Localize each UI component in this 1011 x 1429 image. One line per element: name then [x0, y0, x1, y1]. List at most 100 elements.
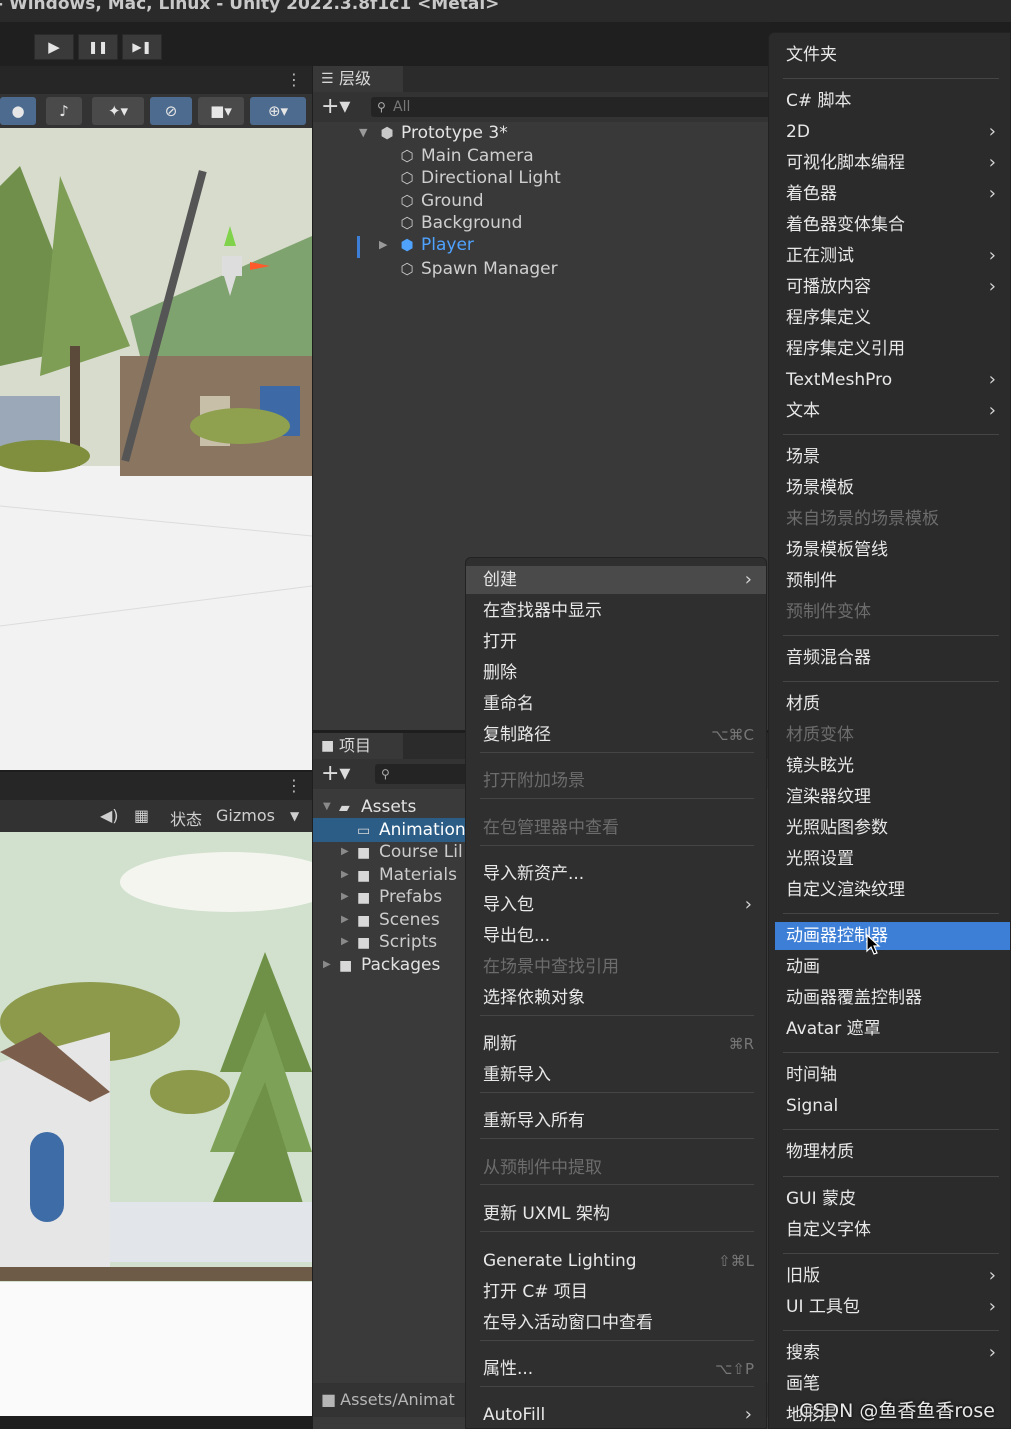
scene-view[interactable]: ⋮ ● ♪ ✦▾ ⊘ ■▾ ⊕▾ — [0, 66, 312, 770]
context-menu-item[interactable]: 重命名 — [466, 690, 766, 718]
hierarchy-item-directional-light[interactable]: ⬡ Directional Light — [397, 167, 560, 189]
create-menu-item[interactable]: 场景 — [769, 443, 1010, 471]
pause-button[interactable]: ❚❚ — [78, 34, 118, 60]
collapsed-arrow-icon[interactable]: ▶ — [379, 234, 387, 256]
context-menu-item[interactable]: 重新导入所有 — [466, 1107, 766, 1135]
step-button[interactable]: ▶❚ — [122, 34, 162, 60]
create-menu-item[interactable]: 着色器 › — [769, 180, 1010, 208]
context-menu-item[interactable]: 打开 — [466, 628, 766, 656]
expand-arrow-icon[interactable]: ▼ — [323, 796, 331, 818]
folder-scripts[interactable]: ▶ ■ Scripts — [341, 931, 437, 953]
gizmos-dropdown-icon[interactable]: ▼ — [290, 809, 299, 823]
create-menu-item[interactable]: 旧版 › — [769, 1262, 1010, 1290]
context-menu-item[interactable]: 创建 › — [466, 566, 766, 594]
create-menu-item[interactable]: UI 工具包 › — [769, 1293, 1010, 1321]
context-menu-item[interactable]: 导入新资产... — [466, 860, 766, 888]
collapsed-arrow-icon[interactable]: ▶ — [341, 909, 349, 931]
collapsed-arrow-icon[interactable]: ▶ — [341, 864, 349, 886]
create-menu-item[interactable]: 渲染器纹理 — [769, 783, 1010, 811]
folder-materials[interactable]: ▶ ■ Materials — [341, 864, 457, 886]
play-button[interactable]: ▶ — [34, 34, 74, 60]
create-menu-item[interactable]: 音频混合器 — [769, 644, 1010, 672]
create-menu-item[interactable]: 预制件 — [769, 567, 1010, 595]
camera-icon[interactable]: ■▾ — [198, 97, 244, 125]
create-menu-item[interactable]: Avatar 遮罩 — [769, 1015, 1010, 1043]
hierarchy-item-ground[interactable]: ⬡ Ground — [397, 190, 483, 212]
audio-toggle-icon[interactable]: ♪ — [46, 97, 82, 125]
status-button[interactable]: 状态 — [170, 806, 202, 830]
collapsed-arrow-icon[interactable]: ▶ — [323, 954, 331, 976]
context-menu-item[interactable]: 刷新 ⌘R — [466, 1030, 766, 1058]
scene-more-button[interactable]: ⋮ — [286, 70, 302, 89]
game-view[interactable]: ⋮ ◀) ▦ 状态 Gizmos ▼ — [0, 772, 312, 1416]
create-menu-item[interactable]: Signal — [769, 1092, 1010, 1120]
folder-scenes[interactable]: ▶ ■ Scenes — [341, 909, 440, 931]
context-menu-item[interactable]: 导出包... — [466, 922, 766, 950]
create-menu-item[interactable]: 动画器覆盖控制器 — [769, 984, 1010, 1012]
create-menu-item[interactable]: 动画器控制器 — [775, 922, 1010, 950]
folder-animation[interactable]: ▭ Animation — [357, 819, 466, 841]
create-menu-item[interactable]: 动画 — [769, 953, 1010, 981]
stats-grid-icon[interactable]: ▦ — [134, 806, 149, 825]
game-more-button[interactable]: ⋮ — [286, 776, 302, 795]
folder-prefabs[interactable]: ▶ ■ Prefabs — [341, 886, 442, 908]
create-menu-item[interactable]: 画笔 — [769, 1370, 1010, 1398]
create-menu-item[interactable]: 程序集定义引用 — [769, 335, 1010, 363]
folder-assets[interactable]: ▼ ▰ Assets — [323, 796, 416, 818]
create-menu-item[interactable]: 文件夹 — [769, 41, 1010, 69]
scene-root-row[interactable]: ▼ ⬢ Prototype 3* — [359, 122, 508, 144]
create-menu-item[interactable]: 物理材质 — [769, 1138, 1010, 1166]
create-menu-item[interactable]: C# 脚本 — [769, 87, 1010, 115]
tab-project[interactable]: ■ 项目 — [313, 733, 403, 759]
hierarchy-search-input[interactable]: ⚲ All — [371, 97, 771, 117]
mute-audio-icon[interactable]: ◀) — [100, 806, 119, 825]
context-menu-item[interactable]: Generate Lighting ⇧⌘L — [466, 1247, 766, 1275]
create-menu-item[interactable]: 镜头眩光 — [769, 752, 1010, 780]
create-menu-item[interactable]: 正在测试 › — [769, 242, 1010, 270]
add-asset-button[interactable]: +▾ — [321, 761, 350, 786]
project-search-input[interactable]: ⚲ — [375, 764, 475, 784]
create-menu-item[interactable]: GUI 蒙皮 — [769, 1185, 1010, 1213]
create-menu-item[interactable]: 场景模板管线 — [769, 536, 1010, 564]
create-menu-item[interactable]: 可视化脚本编程 › — [769, 149, 1010, 177]
create-menu-item[interactable]: 文本 › — [769, 397, 1010, 425]
effects-toggle-icon[interactable]: ✦▾ — [92, 97, 144, 125]
folder-packages[interactable]: ▶ ■ Packages — [323, 954, 440, 976]
gizmo-tool-icon[interactable]: ⊕▾ — [250, 97, 306, 125]
tab-hierarchy[interactable]: ☰ 层级 — [313, 66, 403, 92]
context-menu-item[interactable]: 打开 C# 项目 — [466, 1278, 766, 1306]
visibility-toggle-icon[interactable]: ⊘ — [150, 97, 192, 125]
collapsed-arrow-icon[interactable]: ▶ — [341, 931, 349, 953]
create-menu-item[interactable]: 可播放内容 › — [769, 273, 1010, 301]
context-menu-item[interactable]: 选择依赖对象 — [466, 984, 766, 1012]
lighting-toggle-icon[interactable]: ● — [0, 97, 36, 125]
context-menu-item[interactable]: 在查找器中显示 — [466, 597, 766, 625]
add-object-button[interactable]: +▾ — [321, 94, 350, 119]
expand-arrow-icon[interactable]: ▼ — [359, 122, 367, 144]
create-menu-item[interactable]: 着色器变体集合 — [769, 211, 1010, 239]
collapsed-arrow-icon[interactable]: ▶ — [341, 841, 349, 863]
create-menu-item[interactable]: TextMeshPro › — [769, 366, 1010, 394]
hierarchy-item-player[interactable]: ▶ ⬢ Player — [379, 234, 474, 256]
create-menu-item[interactable]: 光照贴图参数 — [769, 814, 1010, 842]
collapsed-arrow-icon[interactable]: ▶ — [341, 886, 349, 908]
context-menu-item[interactable]: AutoFill › — [466, 1401, 766, 1428]
hierarchy-item-main-camera[interactable]: ⬡ Main Camera — [397, 145, 533, 167]
context-menu-item[interactable]: 重新导入 — [466, 1061, 766, 1089]
hierarchy-item-background[interactable]: ⬡ Background — [397, 212, 522, 234]
create-menu-item[interactable]: 搜索 › — [769, 1339, 1010, 1367]
create-menu-item[interactable]: 时间轴 — [769, 1061, 1010, 1089]
context-menu-item[interactable]: 复制路径 ⌥⌘C — [466, 721, 766, 749]
context-menu-item[interactable]: 属性... ⌥⇧P — [466, 1355, 766, 1383]
create-menu-item[interactable]: 2D › — [769, 118, 1010, 146]
context-menu-item[interactable]: 更新 UXML 架构 — [466, 1200, 766, 1228]
folder-course-library[interactable]: ▶ ■ Course Lil — [341, 841, 463, 863]
context-menu-item[interactable]: 删除 — [466, 659, 766, 687]
create-menu-item[interactable]: 自定义字体 — [769, 1216, 1010, 1244]
gizmos-button[interactable]: Gizmos — [216, 806, 275, 825]
create-menu-item[interactable]: 程序集定义 — [769, 304, 1010, 332]
context-menu-item[interactable]: 导入包 › — [466, 891, 766, 919]
create-menu-item[interactable]: 材质 — [769, 690, 1010, 718]
context-menu-item[interactable]: 在导入活动窗口中查看 — [466, 1309, 766, 1337]
hierarchy-item-spawn-manager[interactable]: ⬡ Spawn Manager — [397, 258, 557, 280]
